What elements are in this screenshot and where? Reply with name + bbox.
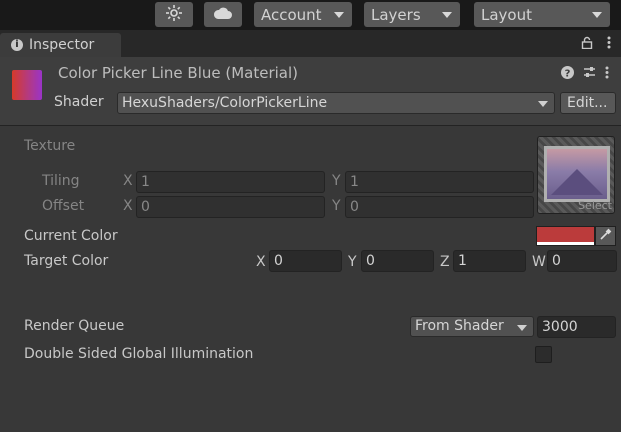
offset-y-field[interactable]: 0 <box>345 196 534 218</box>
chevron-down-icon <box>517 325 527 331</box>
target-color-label: Target Color <box>24 253 109 269</box>
tiling-label: Tiling <box>42 173 80 189</box>
tiling-x-field[interactable]: 1 <box>136 171 325 193</box>
layout-dropdown[interactable]: Layout <box>474 2 610 27</box>
target-z-axis-label: Z <box>440 254 450 270</box>
shader-dropdown[interactable]: HexuShaders/ColorPickerLine <box>117 92 555 114</box>
svg-text:?: ? <box>565 69 571 80</box>
alpha-bar <box>537 242 594 245</box>
shader-value: HexuShaders/ColorPickerLine <box>122 95 328 111</box>
layout-label: Layout <box>481 5 532 24</box>
target-x-field[interactable]: 0 <box>269 250 342 272</box>
render-queue-dropdown[interactable]: From Shader <box>410 316 534 337</box>
collab-button[interactable] <box>155 2 193 27</box>
offset-label: Offset <box>42 198 85 214</box>
mountain-icon <box>551 169 603 195</box>
layers-label: Layers <box>371 5 421 24</box>
chevron-down-icon <box>442 12 452 18</box>
preset-settings-icon[interactable] <box>583 66 596 83</box>
target-w-field[interactable]: 0 <box>547 250 617 272</box>
render-queue-label: Render Queue <box>24 318 125 334</box>
inspector-tab-bar: i Inspector <box>0 30 621 57</box>
double-sided-gi-label: Double Sided Global Illumination <box>24 346 254 362</box>
collab-icon <box>165 4 183 26</box>
target-z-field[interactable]: 1 <box>453 250 526 272</box>
layers-dropdown[interactable]: Layers <box>364 2 460 27</box>
offset-y-axis-label: Y <box>332 198 341 214</box>
offset-x-field[interactable]: 0 <box>136 196 325 218</box>
offset-x-axis-label: X <box>123 198 133 214</box>
chevron-down-icon <box>538 101 548 107</box>
tiling-y-axis-label: Y <box>332 173 341 189</box>
current-color-label: Current Color <box>24 228 118 244</box>
header-tools: ? <box>561 66 609 83</box>
eyedropper-icon <box>599 228 612 245</box>
lock-icon[interactable] <box>581 36 593 53</box>
help-icon[interactable]: ? <box>561 66 574 83</box>
info-icon: i <box>11 39 23 51</box>
material-title: Color Picker Line Blue (Material) <box>58 64 299 82</box>
texture-thumbnail <box>544 146 610 202</box>
current-color-swatch[interactable] <box>536 226 595 246</box>
tab-inspector[interactable]: i Inspector <box>0 33 121 57</box>
tab-inspector-label: Inspector <box>29 37 95 53</box>
edit-shader-button[interactable]: Edit... <box>560 92 616 114</box>
cloud-button[interactable] <box>204 2 242 27</box>
account-label: Account <box>261 5 322 24</box>
shader-label: Shader <box>54 94 104 110</box>
kebab-menu-icon[interactable] <box>605 66 609 83</box>
double-sided-gi-checkbox[interactable] <box>535 346 552 363</box>
tiling-y-field[interactable]: 1 <box>345 171 534 193</box>
target-x-axis-label: X <box>256 254 266 270</box>
chevron-down-icon <box>334 12 344 18</box>
chevron-down-icon <box>592 12 602 18</box>
target-y-axis-label: Y <box>348 254 357 270</box>
tab-tools <box>581 36 611 53</box>
material-preview-icon <box>12 70 42 100</box>
cloud-icon <box>213 6 233 24</box>
top-toolbar: Account Layers Layout <box>0 0 621 30</box>
tiling-x-axis-label: X <box>123 173 133 189</box>
account-dropdown[interactable]: Account <box>254 2 352 27</box>
texture-select-label[interactable]: Select <box>578 199 612 212</box>
eyedropper-button[interactable] <box>595 226 616 246</box>
target-y-field[interactable]: 0 <box>361 250 434 272</box>
material-header: Color Picker Line Blue (Material) ? Shad… <box>0 57 621 126</box>
kebab-menu-icon[interactable] <box>607 36 611 53</box>
target-w-axis-label: W <box>532 254 546 270</box>
render-queue-mode: From Shader <box>415 318 504 334</box>
texture-label: Texture <box>24 138 76 154</box>
texture-slot[interactable]: Select <box>537 136 615 214</box>
render-queue-field[interactable]: 3000 <box>537 316 616 338</box>
